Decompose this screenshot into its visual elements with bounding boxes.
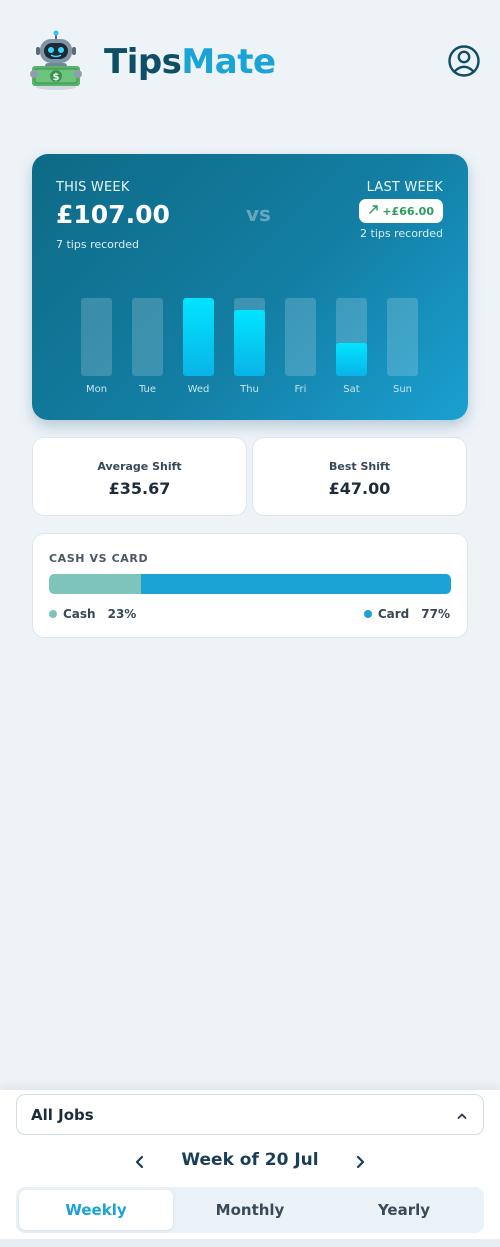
average-shift-card: Average Shift £35.67 (32, 437, 247, 516)
this-week-tip-count: 7 tips recorded (56, 238, 139, 251)
bar-fill (234, 310, 265, 376)
cash-dot-icon (49, 610, 57, 618)
cash-label: Cash (63, 607, 96, 621)
bar-track (132, 298, 163, 376)
bar-fill (183, 298, 214, 376)
average-shift-title: Average Shift (97, 460, 182, 473)
bar-track (285, 298, 316, 376)
bar-track (387, 298, 418, 376)
bottom-controls: All Jobs Week of 20 Jul Weekly Monthly Y… (0, 1090, 500, 1247)
this-week-amount: £107.00 (56, 200, 170, 229)
last-week-label: LAST WEEK (366, 180, 443, 195)
chevron-up-icon (455, 1108, 469, 1122)
best-shift-card: Best Shift £47.00 (252, 437, 467, 516)
cash-legend: Cash 23% (49, 607, 136, 621)
tab-yearly[interactable]: Yearly (327, 1190, 481, 1230)
app-title: TipsMate (104, 42, 276, 82)
tab-weekly[interactable]: Weekly (19, 1190, 173, 1230)
previous-week-button[interactable] (130, 1152, 150, 1172)
weekly-summary-card: THIS WEEK £107.00 7 tips recorded vs LAS… (32, 154, 468, 420)
best-shift-title: Best Shift (328, 460, 391, 473)
day-label: Thu (240, 384, 259, 395)
last-week-tip-count: 2 tips recorded (360, 227, 443, 240)
day-label: Fri (294, 384, 307, 395)
bar-fill (336, 343, 367, 376)
cash-segment (49, 574, 142, 594)
cash-percent: 23% (107, 607, 137, 621)
card-label: Card (377, 607, 410, 621)
best-shift-value: £47.00 (328, 479, 391, 498)
vs-label: vs (246, 202, 271, 226)
difference-amount: +£66.00 (382, 204, 434, 218)
svg-text:$: $ (53, 72, 60, 83)
bar-track (81, 298, 112, 376)
job-selector-value: All Jobs (31, 1105, 94, 1124)
chevron-left-icon (135, 1155, 144, 1169)
day-label: Wed (187, 384, 210, 395)
account-icon[interactable] (447, 44, 481, 78)
day-bar-sat: Sat (336, 298, 367, 398)
bottom-edge (0, 1239, 500, 1247)
day-bar-mon: Mon (81, 298, 112, 398)
day-bar-thu: Thu (234, 298, 265, 398)
card-percent: 77% (421, 607, 450, 621)
day-label: Sat (343, 384, 360, 395)
daily-bar-chart: Mon Tue Wed Thu Fri Sat Sun (32, 298, 468, 398)
day-bar-wed: Wed (183, 298, 214, 398)
cash-vs-card-panel: CASH VS CARD Cash 23% Card 77% (32, 533, 468, 638)
day-label: Tue (138, 384, 157, 395)
tab-monthly[interactable]: Monthly (173, 1190, 327, 1230)
card-segment (141, 574, 451, 594)
cash-card-split-bar (49, 574, 451, 594)
day-label: Mon (85, 384, 108, 395)
week-label: Week of 20 Jul (181, 1150, 319, 1170)
week-navigator: Week of 20 Jul (0, 1148, 500, 1176)
day-bar-fri: Fri (285, 298, 316, 398)
next-week-button[interactable] (350, 1152, 370, 1172)
day-label: Sun (392, 384, 413, 395)
period-segmented-control: Weekly Monthly Yearly (16, 1187, 484, 1233)
job-selector[interactable]: All Jobs (16, 1094, 484, 1135)
day-bar-tue: Tue (132, 298, 163, 398)
bar-track (336, 298, 367, 376)
cash-vs-card-title: CASH VS CARD (49, 552, 149, 565)
card-legend: Card 77% (363, 607, 450, 621)
card-dot-icon (363, 610, 372, 618)
this-week-label: THIS WEEK (56, 180, 130, 195)
average-shift-value: £35.67 (108, 479, 171, 498)
trend-up-icon (368, 204, 379, 218)
robot-logo-icon: $ (28, 30, 84, 90)
bar-track (234, 298, 265, 376)
bar-track (183, 298, 214, 376)
app-header: $ TipsMate (0, 0, 500, 120)
difference-badge: +£66.00 (359, 199, 443, 223)
chevron-right-icon (356, 1155, 365, 1169)
day-bar-sun: Sun (387, 298, 418, 398)
